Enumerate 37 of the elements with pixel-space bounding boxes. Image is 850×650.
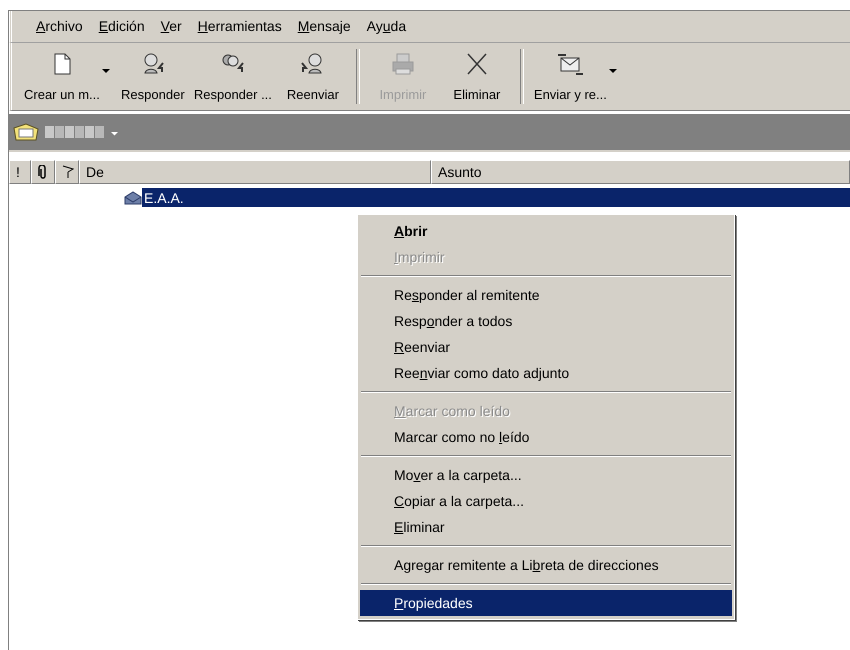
- toolbar-button[interactable]: Crear un m...: [20, 47, 104, 106]
- message-row[interactable]: E.A.A.: [142, 188, 850, 207]
- toolbar-button[interactable]: Responder: [116, 47, 190, 106]
- column-header[interactable]: Asunto: [431, 160, 850, 184]
- menu-item[interactable]: Marcar como no leído: [360, 424, 732, 450]
- menu-item[interactable]: Herramientas: [192, 16, 288, 36]
- menu-item[interactable]: Ver: [154, 16, 188, 36]
- menu-item[interactable]: Agregar remitente a Libreta de direcciones: [360, 552, 732, 578]
- menu-item[interactable]: Propiedades: [360, 590, 732, 616]
- column-header[interactable]: !: [9, 160, 31, 184]
- folder-envelope-icon: [13, 123, 39, 141]
- menu-item[interactable]: Eliminar: [360, 514, 732, 540]
- menu-item[interactable]: Reenviar como dato adjunto: [360, 360, 732, 386]
- menu-item[interactable]: Abrir: [360, 218, 732, 244]
- flag-icon: [62, 165, 74, 179]
- column-header[interactable]: De: [79, 160, 431, 184]
- toolbar-button[interactable]: Eliminar: [440, 47, 514, 106]
- envelope-icon: [124, 190, 142, 204]
- toolbar-button[interactable]: Enviar y re...: [530, 47, 611, 106]
- caret-icon[interactable]: [608, 69, 617, 74]
- caret-icon[interactable]: [102, 69, 110, 74]
- menu-item[interactable]: Responder al remitente: [360, 282, 732, 308]
- toolbar-button[interactable]: Responder ...: [190, 47, 276, 106]
- menu-item[interactable]: Copiar a la carpeta...: [360, 488, 732, 514]
- menu-item[interactable]: Archivo: [30, 16, 89, 36]
- toolbar-button[interactable]: Reenviar: [276, 47, 350, 106]
- menu-item[interactable]: Reenviar: [360, 334, 732, 360]
- menu-item[interactable]: Edición: [92, 16, 151, 36]
- envelope-arrows-icon: [556, 51, 584, 77]
- menu-item[interactable]: Mensaje: [292, 16, 357, 36]
- column-header[interactable]: [31, 160, 55, 184]
- menu-item[interactable]: Responder a todos: [360, 308, 732, 334]
- pixelated-text-drawing: [45, 125, 105, 139]
- menu-item[interactable]: Mover a la carpeta...: [360, 462, 732, 488]
- paperclip-icon: [38, 165, 48, 179]
- column-header[interactable]: [55, 160, 79, 184]
- menu-item[interactable]: Ayuda: [360, 16, 412, 36]
